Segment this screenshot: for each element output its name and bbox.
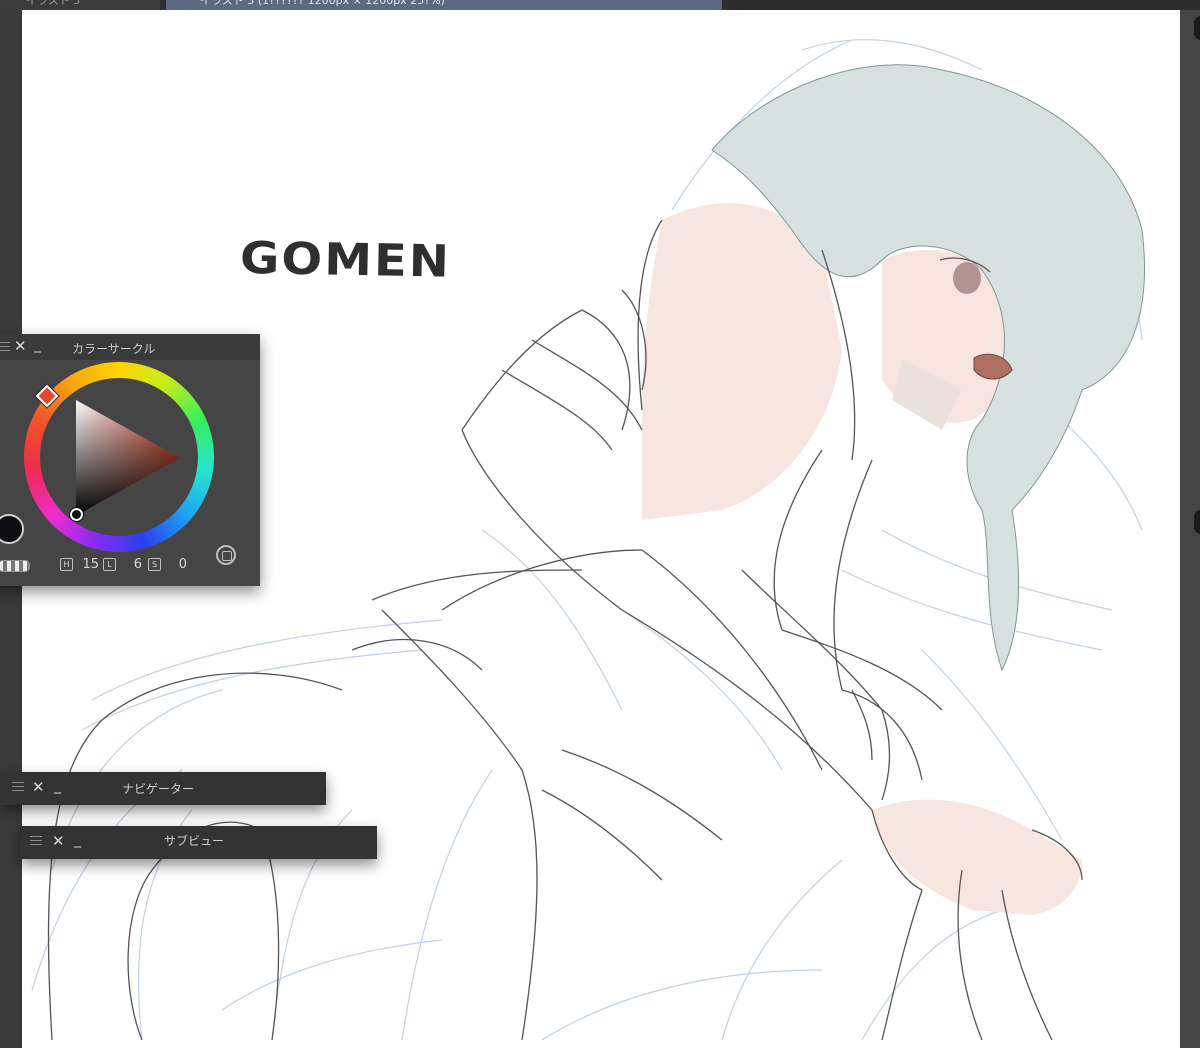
color-mode-icon[interactable] [216, 545, 236, 565]
subview-titlebar[interactable]: ✕ _ サブビュー [20, 826, 377, 859]
color-picker-marker[interactable] [70, 508, 83, 521]
hls-readout: H 15 L 6 S 0 [60, 555, 192, 573]
document-tab-bar: イラスト 3 イラスト 3 (1?????? 1200px × 1200px 2… [0, 0, 1200, 10]
hamburger-icon[interactable] [12, 782, 24, 792]
hamburger-icon[interactable] [30, 836, 42, 846]
document-tab-inactive[interactable]: イラスト 3 [0, 0, 160, 10]
hamburger-icon[interactable] [0, 342, 10, 352]
right-edge-knob-top[interactable] [1194, 16, 1200, 40]
s-value[interactable]: 0 [167, 557, 187, 572]
s-label-icon: S [148, 557, 161, 571]
h-value[interactable]: 15 [79, 557, 99, 572]
close-icon[interactable]: ✕ [32, 778, 45, 796]
document-tab-active[interactable]: イラスト 3 (1?????? 1200px × 1200px 25?%) [166, 0, 722, 10]
transparent-color-chip[interactable] [0, 560, 30, 572]
minimize-icon[interactable]: _ [54, 778, 61, 794]
color-circle-titlebar[interactable]: ✕ _ カラーサークル [0, 334, 260, 360]
l-label-icon: L [103, 557, 116, 571]
minimize-icon[interactable]: _ [74, 832, 81, 848]
minimize-icon[interactable]: _ [34, 337, 41, 353]
right-edge-knob-middle[interactable] [1194, 510, 1200, 534]
navigator-titlebar[interactable]: ✕ _ ナビゲーター [0, 772, 326, 805]
navigator-palette: ✕ _ ナビゲーター [0, 772, 326, 805]
close-icon[interactable]: ✕ [14, 337, 27, 355]
subview-palette: ✕ _ サブビュー [20, 826, 377, 859]
l-value[interactable]: 6 [122, 557, 142, 572]
main-color-swatch[interactable] [0, 514, 24, 544]
gomen-handwriting: GOMEN [239, 232, 452, 288]
right-panel-edge [1180, 10, 1200, 1048]
color-circle-title: カラーサークル [72, 342, 156, 356]
subview-title: サブビュー [164, 834, 225, 848]
hue-ring[interactable] [24, 362, 214, 552]
h-label-icon: H [60, 557, 73, 571]
color-circle-palette: ✕ _ カラーサークル H 15 L 6 S 0 [0, 334, 260, 586]
navigator-title: ナビゲーター [122, 782, 195, 796]
close-icon[interactable]: ✕ [52, 832, 65, 850]
